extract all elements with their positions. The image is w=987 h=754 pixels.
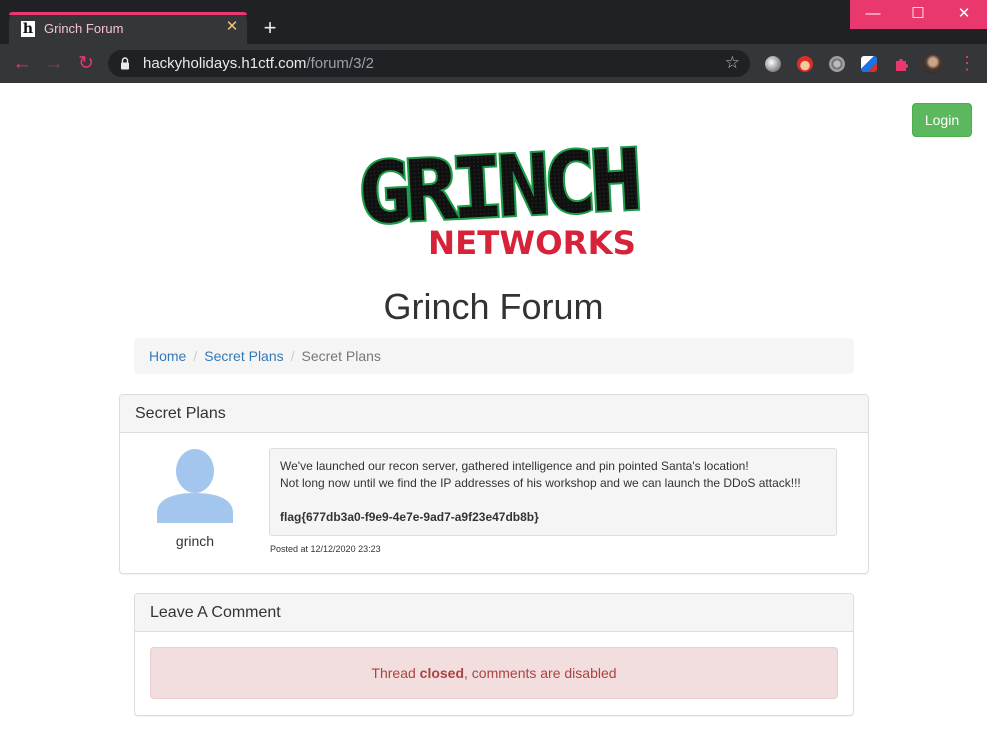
comment-panel-heading: Leave A Comment (135, 594, 853, 632)
breadcrumb-current: Secret Plans (301, 348, 381, 364)
login-button[interactable]: Login (912, 103, 972, 137)
breadcrumb: Home / Secret Plans / Secret Plans (134, 338, 854, 374)
lock-icon (121, 57, 129, 70)
extension-santa-icon[interactable] (797, 56, 813, 72)
user-avatar-icon (157, 449, 233, 523)
reload-button[interactable]: ↻ (74, 52, 98, 76)
breadcrumb-separator: / (193, 348, 198, 364)
url-text[interactable]: hackyholidays.h1ctf.com/forum/3/2 (143, 55, 374, 72)
new-tab-button[interactable]: + (258, 17, 282, 41)
close-tab-icon[interactable]: ✕ (223, 17, 241, 37)
extension-shield-icon[interactable] (861, 56, 877, 72)
breadcrumb-separator: / (290, 348, 295, 364)
url-path: /forum/3/2 (306, 55, 374, 72)
extensions-puzzle-icon[interactable] (893, 56, 909, 72)
grinch-networks-logo: GRINCH NETWORKS (354, 129, 641, 260)
post-body: We've launched our recon server, gathere… (269, 448, 837, 536)
browser-toolbar: ← → ↻ hackyholidays.h1ctf.com/forum/3/2 … (0, 44, 987, 83)
close-window-button[interactable]: ✕ (941, 0, 987, 29)
maximize-window-button[interactable]: ☐ (895, 0, 941, 29)
thread-title: Secret Plans (135, 405, 226, 422)
tab-title: Grinch Forum (44, 21, 124, 36)
breadcrumb-category[interactable]: Secret Plans (204, 348, 283, 364)
breadcrumb-home[interactable]: Home (149, 348, 186, 364)
favicon-icon: h (21, 21, 35, 37)
browser-tab[interactable]: h Grinch Forum ✕ (9, 12, 247, 44)
comment-panel: Leave A Comment Thread closed, comments … (134, 593, 854, 716)
minimize-window-button[interactable]: — (850, 0, 896, 29)
thread-panel-heading: Secret Plans (120, 395, 868, 433)
back-button[interactable]: ← (10, 52, 34, 76)
browser-tabstrip: h Grinch Forum ✕ + — ☐ ✕ (0, 0, 987, 44)
bookmark-star-icon[interactable]: ☆ (725, 53, 740, 73)
logo-bottom-word: NETWORKS (428, 224, 636, 260)
alert-suffix: , comments are disabled (464, 665, 617, 681)
extension-globe-icon[interactable] (765, 56, 781, 72)
page-title: Grinch Forum (383, 286, 604, 327)
comment-title: Leave A Comment (150, 604, 281, 621)
url-domain: hackyholidays.h1ctf.com (143, 55, 307, 72)
post-timestamp: Posted at 12/12/2020 23:23 (270, 544, 381, 554)
post-author: grinch (175, 533, 215, 549)
post-flag: flag{677db3a0-f9e9-4e7e-9ad7-a9f23e47db8… (280, 510, 539, 524)
post-text-line: Not long now until we find the IP addres… (280, 476, 801, 490)
tab-accent-bar (9, 12, 247, 15)
post-text-line: We've launched our recon server, gathere… (280, 459, 749, 473)
forward-button[interactable]: → (42, 52, 66, 76)
browser-menu-icon[interactable]: ⋮ (958, 53, 976, 73)
profile-avatar[interactable] (923, 54, 943, 74)
extension-gear-icon[interactable] (829, 56, 845, 72)
thread-panel: Secret Plans grinch We've launched our r… (119, 394, 869, 574)
alert-prefix: Thread (371, 665, 420, 681)
alert-bold: closed (419, 665, 465, 681)
address-bar[interactable]: hackyholidays.h1ctf.com/forum/3/2 ☆ (108, 50, 750, 77)
thread-closed-alert: Thread closed, comments are disabled (150, 647, 838, 699)
